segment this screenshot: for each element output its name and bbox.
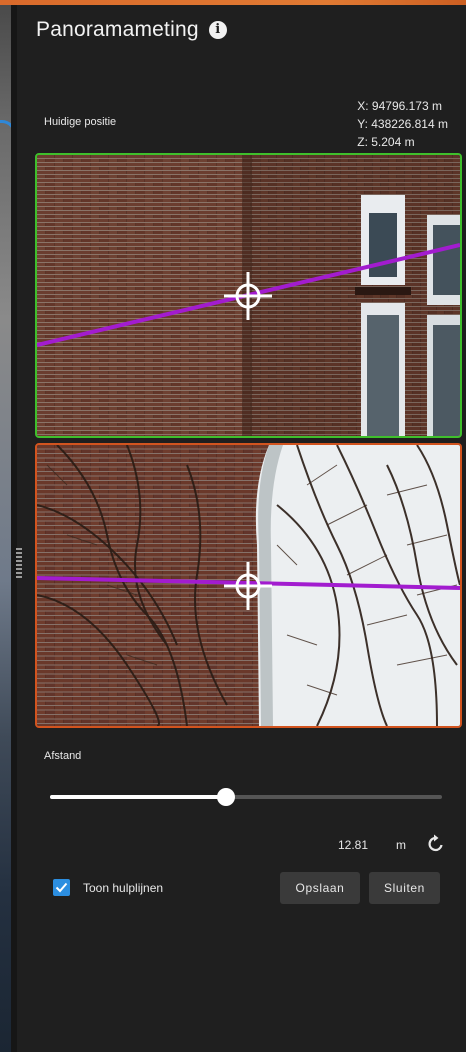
coordinates-readout: X: 94796.173 m Y: 438226.814 m Z: 5.204 … [357,97,448,151]
distance-value: 12.81 [338,838,369,852]
show-guides-label[interactable]: Toon hulplijnen [83,881,163,895]
current-position-label: Huidige positie [44,116,117,128]
panel-title: Panoramameting [36,18,199,41]
coordinate-y: Y: 438226.814 m [357,117,448,131]
panorama-view-secondary[interactable] [35,443,462,728]
panorama-image-primary [37,155,460,436]
panel-header: Panoramameting i [36,15,227,45]
panorama-measure-panel: Panoramameting i Huidige positie X: 9479… [22,5,466,1052]
coordinate-z: Z: 5.204 m [357,135,415,149]
save-button[interactable]: Opslaan [280,872,360,904]
distance-unit: m [396,838,406,852]
coordinate-x: X: 94796.173 m [357,99,442,113]
distance-label: Afstand [44,750,82,762]
close-button[interactable]: Sluiten [369,872,440,904]
show-guides-checkbox[interactable] [53,879,70,896]
slider-fill [50,795,227,799]
panorama-view-primary[interactable] [35,153,462,438]
reset-icon[interactable] [426,834,446,854]
panorama-image-secondary [37,445,460,726]
slider-thumb[interactable] [217,788,236,806]
checkmark-icon [55,882,68,893]
panel-divider [11,5,17,1052]
distance-slider[interactable] [50,785,442,809]
map-view-edge[interactable] [0,5,17,1052]
info-icon[interactable]: i [208,21,227,39]
